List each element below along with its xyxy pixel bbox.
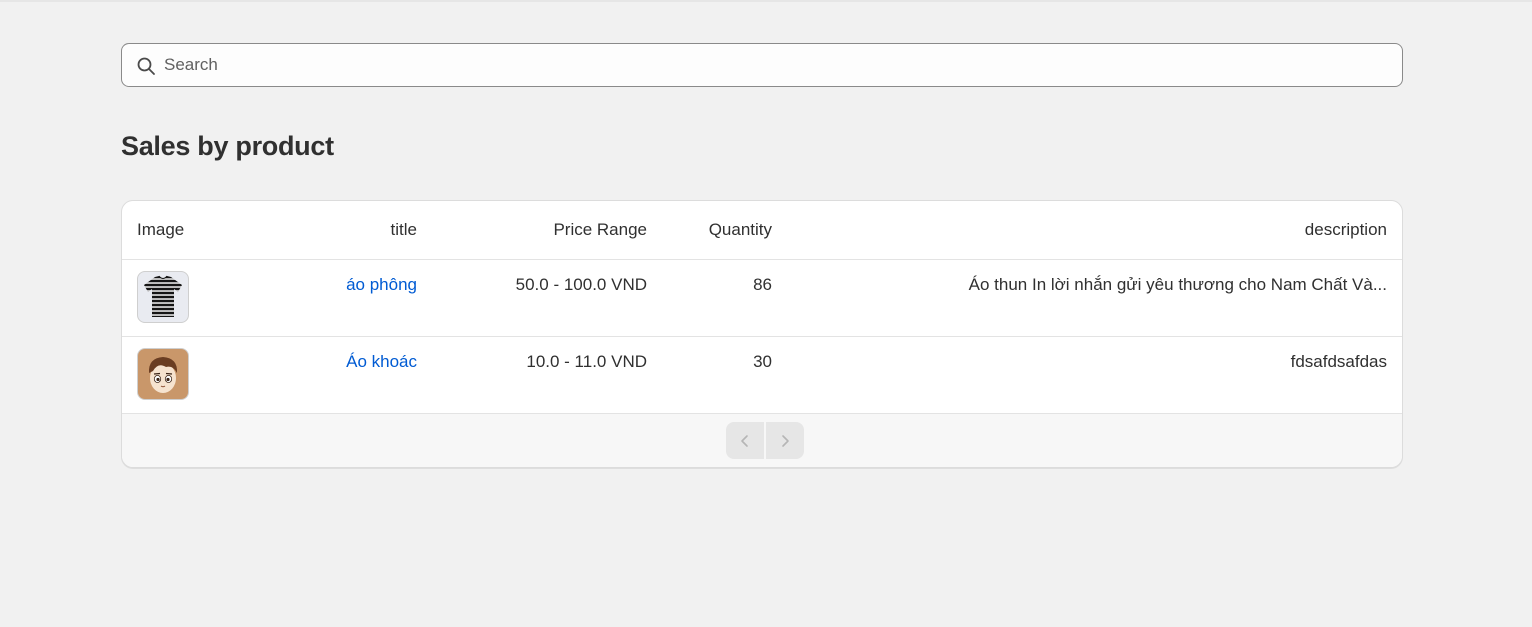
next-page-button[interactable] [766, 422, 804, 459]
sales-table-card: Image title Price Range Quantity descrip… [121, 200, 1403, 468]
page-title: Sales by product [121, 131, 334, 161]
column-header-quantity[interactable]: Quantity [662, 201, 787, 260]
column-header-price-range[interactable]: Price Range [432, 201, 662, 260]
top-divider [0, 0, 1532, 2]
search-icon [137, 57, 155, 75]
title-cell: Áo khoác [222, 336, 432, 414]
product-thumbnail[interactable] [137, 348, 189, 400]
quantity-value: 30 [753, 352, 772, 371]
column-header-title[interactable]: title [222, 201, 432, 260]
quantity-cell: 86 [662, 259, 787, 337]
title-cell: áo phông [222, 259, 432, 337]
quantity-value: 86 [753, 275, 772, 294]
description-cell: fdsafdsafdas [787, 336, 1402, 414]
quantity-cell: 30 [662, 336, 787, 414]
image-cell [122, 336, 222, 414]
table-row: Áo khoác 10.0 - 11.0 VND 30 fdsafdsafdas [122, 336, 1402, 414]
price-range-value: 10.0 - 11.0 VND [526, 352, 647, 371]
sales-table: Image title Price Range Quantity descrip… [122, 201, 1402, 414]
previous-page-button[interactable] [726, 422, 764, 459]
price-range-value: 50.0 - 100.0 VND [515, 275, 647, 294]
table-row: áo phông 50.0 - 100.0 VND 86 Áo thun In … [122, 259, 1402, 337]
pagination [726, 422, 804, 459]
description-value: fdsafdsafdas [1290, 352, 1387, 371]
description-value: Áo thun In lời nhắn gửi yêu thương cho N… [968, 275, 1387, 294]
price-range-cell: 50.0 - 100.0 VND [432, 259, 662, 337]
search-input[interactable] [164, 44, 1384, 86]
search-bar[interactable] [121, 43, 1403, 87]
chevron-right-icon [782, 434, 789, 447]
price-range-cell: 10.0 - 11.0 VND [432, 336, 662, 414]
cartoon-avatar-icon [148, 357, 178, 393]
column-header-image[interactable]: Image [122, 201, 222, 260]
table-footer [122, 414, 1402, 467]
product-title-link[interactable]: Áo khoác [346, 352, 417, 371]
product-title-link[interactable]: áo phông [346, 275, 417, 294]
table-header-row: Image title Price Range Quantity descrip… [122, 201, 1402, 260]
description-cell: Áo thun In lời nhắn gửi yêu thương cho N… [787, 259, 1402, 337]
chevron-left-icon [741, 434, 748, 447]
striped-tshirt-icon [144, 275, 182, 317]
column-header-description[interactable]: description [787, 201, 1402, 260]
image-cell [122, 259, 222, 337]
product-thumbnail[interactable] [137, 271, 189, 323]
